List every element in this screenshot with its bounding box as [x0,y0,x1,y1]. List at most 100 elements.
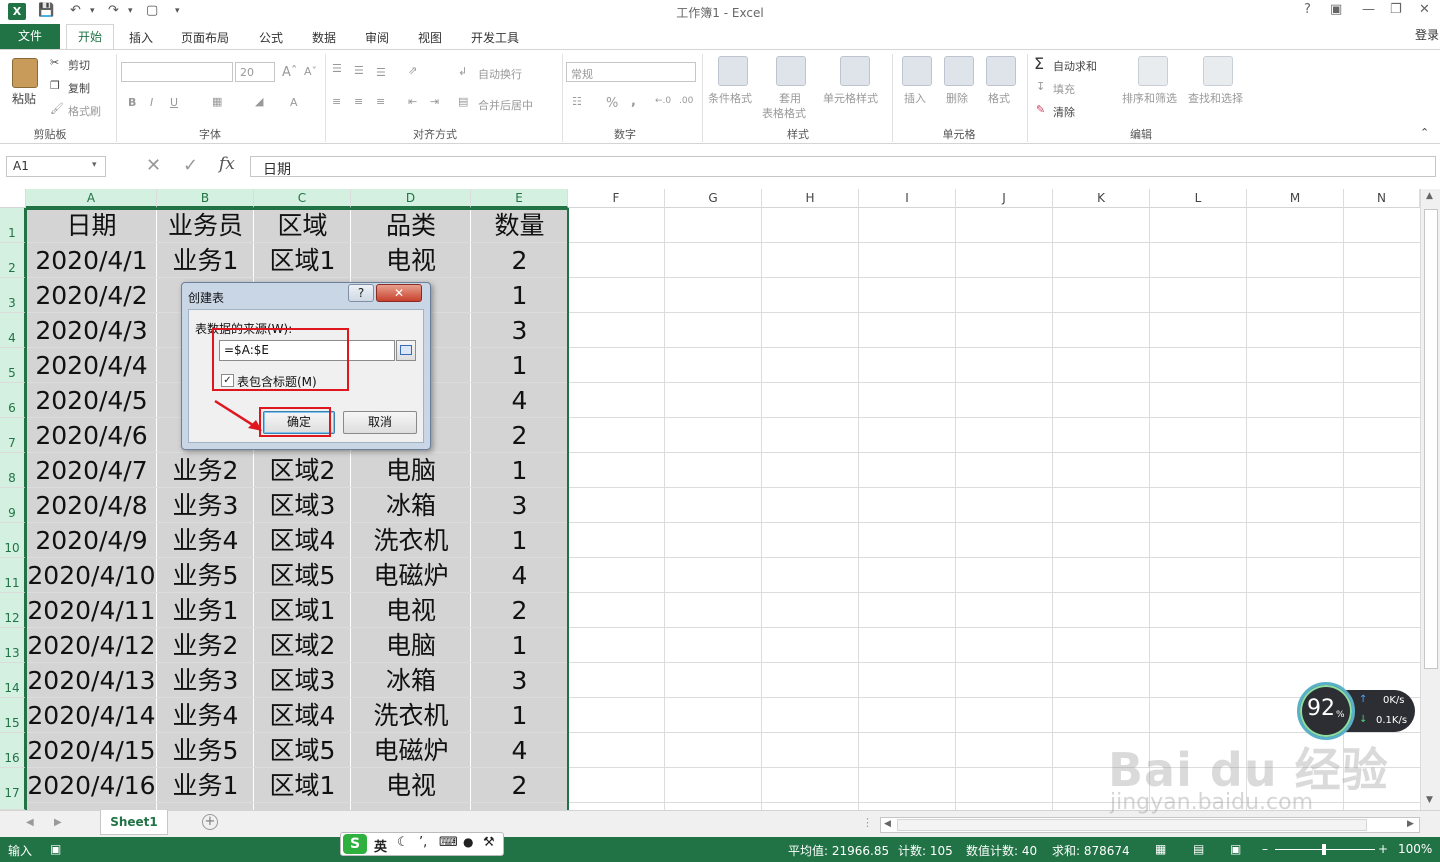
prev-sheet-icon[interactable]: ◀ [26,817,34,828]
table-cell[interactable]: 2020/4/2 [26,278,157,313]
table-cell[interactable]: 业务5 [157,733,254,768]
table-cell[interactable]: 电磁炉 [351,733,471,768]
table-cell[interactable]: 业务1 [157,593,254,628]
table-cell[interactable]: 电视 [351,243,471,278]
settings-wrench-icon[interactable]: ⚒ [483,835,495,850]
table-header-cell[interactable]: 业务员 [157,208,254,243]
table-cell[interactable]: 4 [471,558,568,593]
sogou-logo-icon[interactable]: S [343,834,367,854]
zoom-out-icon[interactable]: – [1262,842,1268,856]
table-cell[interactable]: 2020/4/15 [26,733,157,768]
sheet-tab-sheet1[interactable]: Sheet1 [100,810,168,835]
cancel-button[interactable]: 取消 [343,411,417,434]
tab-split-icon[interactable]: ⋮ [862,816,873,829]
table-cell[interactable]: 2020/4/14 [26,698,157,733]
table-cell[interactable]: 4 [471,383,568,418]
table-header-cell[interactable]: 日期 [26,208,157,243]
dialog-help-button[interactable]: ? [348,284,374,302]
table-cell[interactable]: 区域2 [254,628,351,663]
table-cell[interactable]: 业务1 [157,243,254,278]
zoom-thumb[interactable] [1322,844,1326,855]
table-cell[interactable]: 2 [471,418,568,453]
table-cell[interactable]: 业务4 [157,698,254,733]
table-cell[interactable]: 4 [471,733,568,768]
scroll-up-icon[interactable]: ▲ [1426,191,1433,201]
horizontal-scrollbar[interactable]: ◀ ▶ [880,817,1420,833]
table-cell[interactable]: 2 [471,768,568,803]
table-cell[interactable]: 区域4 [254,523,351,558]
table-cell[interactable]: 区域5 [254,733,351,768]
scroll-down-icon[interactable]: ▼ [1426,795,1433,805]
table-cell[interactable]: 洗衣机 [351,698,471,733]
table-cell[interactable]: 区域5 [254,558,351,593]
table-cell[interactable]: 冰箱 [351,663,471,698]
table-cell[interactable]: 业务5 [157,558,254,593]
table-cell[interactable]: 1 [471,523,568,558]
page-break-view-icon[interactable]: ▣ [1230,842,1241,856]
table-cell[interactable]: 2020/4/1 [26,243,157,278]
table-cell[interactable]: 2020/4/3 [26,313,157,348]
zoom-slider[interactable] [1275,844,1375,855]
table-cell[interactable]: 业务3 [157,663,254,698]
table-cell[interactable]: 业务2 [157,628,254,663]
ime-lang-toggle[interactable]: 英 [374,836,387,855]
table-cell[interactable]: 2020/4/11 [26,593,157,628]
table-cell[interactable]: 2020/4/13 [26,663,157,698]
table-cell[interactable]: 1 [471,278,568,313]
vertical-scrollbar[interactable]: ▲ ▼ [1420,189,1440,810]
table-cell[interactable]: 2 [471,593,568,628]
table-cell[interactable]: 3 [471,313,568,348]
next-sheet-icon[interactable]: ▶ [54,817,62,828]
table-cell[interactable]: 电磁炉 [351,558,471,593]
table-cell[interactable]: 1 [471,628,568,663]
table-header-cell[interactable]: 数量 [471,208,568,243]
table-cell[interactable]: 业务3 [157,488,254,523]
table-cell[interactable]: 业务4 [157,523,254,558]
table-cell[interactable]: 3 [471,488,568,523]
table-cell[interactable]: 2020/4/4 [26,348,157,383]
macro-record-icon[interactable]: ▣ [50,842,61,856]
scroll-right-icon[interactable]: ▶ [1407,819,1414,829]
keyboard-icon[interactable]: ⌨ [439,835,458,850]
table-cell[interactable]: 2020/4/7 [26,453,157,488]
user-icon[interactable]: ● [463,835,473,849]
table-cell[interactable]: 电脑 [351,453,471,488]
table-header-cell[interactable]: 品类 [351,208,471,243]
page-layout-view-icon[interactable]: ▤ [1193,842,1204,856]
table-cell[interactable]: 2020/4/16 [26,768,157,803]
zoom-in-icon[interactable]: + [1378,842,1388,856]
table-cell[interactable]: 1 [471,453,568,488]
table-cell[interactable]: 1 [471,348,568,383]
table-cell[interactable]: 2020/4/9 [26,523,157,558]
normal-view-icon[interactable]: ▦ [1155,842,1166,856]
table-cell[interactable]: 业务2 [157,453,254,488]
table-cell[interactable]: 电视 [351,593,471,628]
table-cell[interactable]: 2020/4/8 [26,488,157,523]
table-cell[interactable]: 区域3 [254,663,351,698]
table-cell[interactable]: 2020/4/10 [26,558,157,593]
dialog-close-button[interactable]: ✕ [376,284,422,302]
add-sheet-button[interactable]: + [202,814,218,830]
scroll-thumb[interactable] [1424,209,1438,669]
table-cell[interactable]: 区域1 [254,243,351,278]
table-cell[interactable]: 区域4 [254,698,351,733]
table-header-cell[interactable]: 区域 [254,208,351,243]
scroll-left-icon[interactable]: ◀ [884,819,891,829]
moon-icon[interactable]: ☾ [397,835,409,850]
table-cell[interactable]: 区域3 [254,488,351,523]
table-cell[interactable]: 电脑 [351,628,471,663]
table-cell[interactable]: 2 [471,243,568,278]
table-cell[interactable]: 1 [471,698,568,733]
table-cell[interactable]: 3 [471,663,568,698]
table-cell[interactable]: 区域1 [254,593,351,628]
table-cell[interactable]: 区域1 [254,768,351,803]
range-picker-icon[interactable] [396,340,416,361]
table-cell[interactable]: 洗衣机 [351,523,471,558]
h-scroll-thumb[interactable] [897,819,1367,831]
table-cell[interactable]: 电视 [351,768,471,803]
table-cell[interactable]: 冰箱 [351,488,471,523]
table-cell[interactable]: 区域2 [254,453,351,488]
table-cell[interactable]: 2020/4/5 [26,383,157,418]
punctuation-icon[interactable]: ’, [419,835,427,850]
table-cell[interactable]: 2020/4/12 [26,628,157,663]
